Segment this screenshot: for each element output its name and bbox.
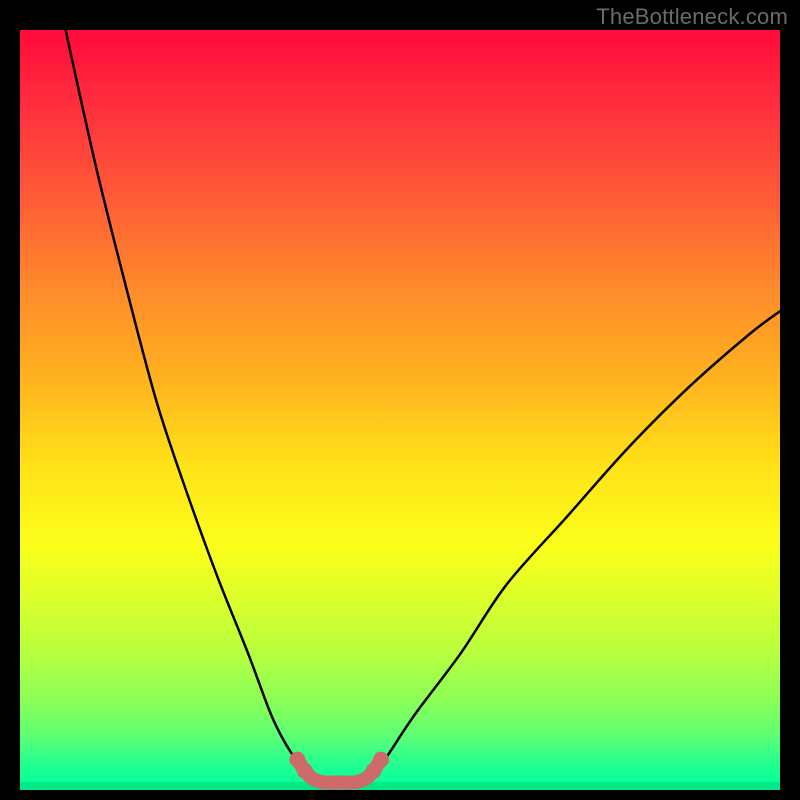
axis-left	[18, 30, 20, 792]
chart-frame: TheBottleneck.com	[0, 0, 800, 800]
u-bead	[297, 763, 313, 779]
axis-bottom	[18, 790, 782, 792]
left-curve	[66, 30, 309, 779]
u-bottom-beads	[289, 752, 389, 779]
watermark-text: TheBottleneck.com	[596, 4, 788, 30]
u-bead	[373, 752, 389, 768]
right-curve	[370, 311, 780, 778]
plot-svg	[20, 30, 780, 790]
axis-right	[780, 30, 782, 792]
